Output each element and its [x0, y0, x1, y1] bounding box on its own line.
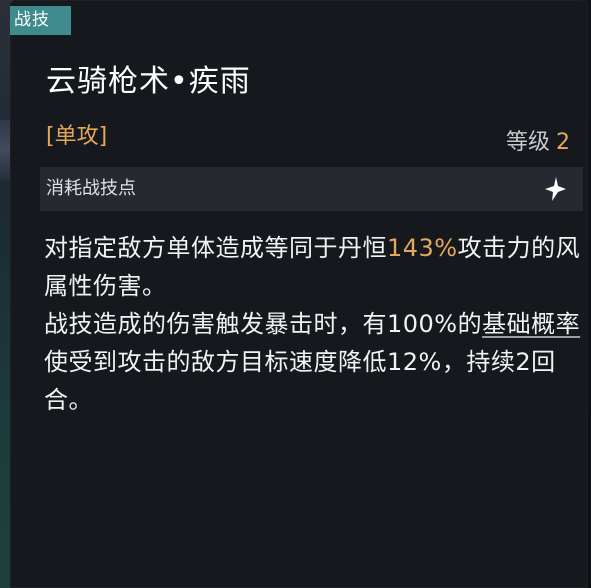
target-type-label: [单攻]	[46, 124, 108, 149]
four-point-star-icon	[541, 176, 567, 202]
description-paragraph-2: 战技造成的伤害触发暴击时，有100%的基础概率使受到攻击的敌方目标速度降低12%…	[44, 305, 584, 419]
skill-level: 等级 2	[506, 129, 570, 157]
description-text: 使受到攻击的敌方目标速度降低12%，持续2回合。	[44, 348, 556, 414]
skill-type-tag: 战技	[10, 6, 71, 35]
level-label: 等级	[505, 130, 550, 155]
skill-tooltip-panel: 战技 云骑枪术•疾雨 [单攻] 等级 2 消耗战技点 对指定敌方单体造成等同于丹恒…	[10, 0, 588, 588]
skill-name: 云骑枪术•疾雨	[46, 64, 251, 99]
damage-multiplier: 143%	[387, 234, 458, 262]
keyword-base-chance[interactable]: 基础概率	[482, 310, 580, 338]
description-text: 战技造成的伤害触发暴击时，有100%的	[44, 310, 483, 338]
level-value: 2	[556, 130, 570, 155]
description-paragraph-1: 对指定敌方单体造成等同于丹恒143%攻击力的风属性伤害。	[44, 229, 584, 305]
skill-description: 对指定敌方单体造成等同于丹恒143%攻击力的风属性伤害。 战技造成的伤害触发暴击…	[44, 229, 584, 419]
cost-label: 消耗战技点	[46, 178, 136, 199]
skill-point-cost-row: 消耗战技点	[40, 167, 583, 211]
skill-tooltip-scene: 战技 云骑枪术•疾雨 [单攻] 等级 2 消耗战技点 对指定敌方单体造成等同于丹恒…	[0, 0, 591, 588]
description-text: 对指定敌方单体造成等同于丹恒	[44, 234, 387, 262]
